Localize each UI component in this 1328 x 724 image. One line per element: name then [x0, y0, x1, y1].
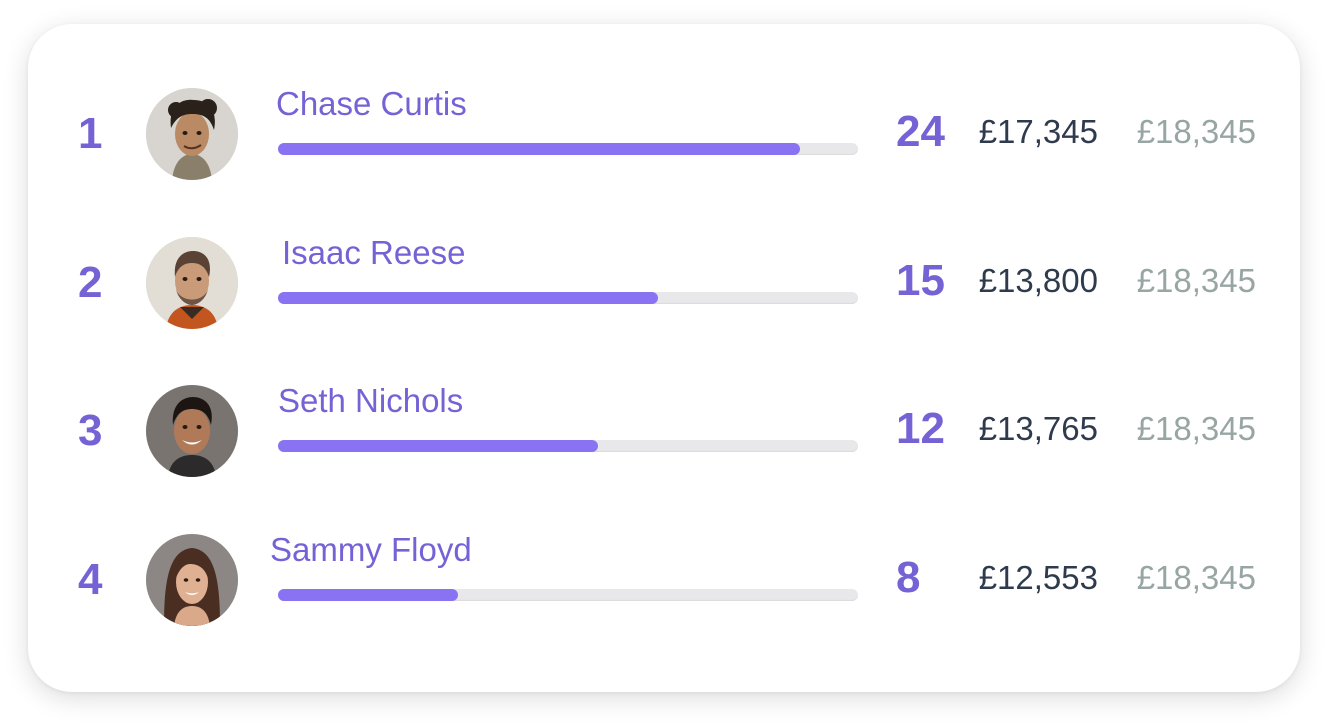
salesperson-name: Seth Nichols	[278, 382, 464, 419]
progress-bar	[278, 143, 858, 155]
sales-target: £18,345	[1136, 410, 1256, 447]
rank-number: 1	[78, 109, 103, 158]
rank-number: 2	[78, 258, 103, 307]
progress-bar-fill	[278, 292, 658, 304]
rank-number: 4	[78, 555, 103, 604]
sales-amount: £17,345	[978, 113, 1098, 150]
avatar-photo-isaac-reese	[146, 237, 238, 329]
avatar	[146, 534, 238, 626]
sales-amount: £12,553	[978, 559, 1098, 596]
sales-target: £18,345	[1136, 262, 1256, 299]
deal-count: 8	[896, 553, 921, 602]
sales-amount: £13,765	[978, 410, 1098, 447]
progress-bar-fill	[278, 143, 800, 155]
progress-bar	[278, 292, 858, 304]
avatar	[146, 88, 238, 180]
avatar-photo-sammy-floyd	[146, 534, 238, 626]
avatar-photo-seth-nichols	[146, 385, 238, 477]
progress-bar	[278, 589, 858, 601]
avatar	[146, 237, 238, 329]
sales-target: £18,345	[1136, 559, 1256, 596]
deal-count: 12	[896, 404, 945, 453]
sales-target: £18,345	[1136, 113, 1256, 150]
rank-number: 3	[78, 406, 103, 455]
leaderboard-row[interactable]: 1 Chase Curtis 24 £17,345 £18,345	[28, 84, 1300, 184]
deal-count: 15	[896, 256, 945, 305]
leaderboard-row[interactable]: 2 Isaac Reese 15 £13,800 £18,345	[28, 233, 1300, 333]
sales-amount: £13,800	[978, 262, 1098, 299]
salesperson-name: Chase Curtis	[276, 85, 467, 122]
avatar-photo-chase-curtis	[146, 88, 238, 180]
leaderboard-row[interactable]: 3 Seth Nichols 12 £13,765 £18,345	[28, 381, 1300, 481]
salesperson-name: Isaac Reese	[282, 234, 466, 271]
avatar	[146, 385, 238, 477]
leaderboard-card: 1 Chase Curtis 24 £17,345 £18,345 2 Isaa…	[28, 24, 1300, 692]
progress-bar-fill	[278, 440, 599, 452]
progress-bar-fill	[278, 589, 458, 601]
salesperson-name: Sammy Floyd	[270, 531, 472, 568]
leaderboard-row[interactable]: 4 Sammy Floyd 8 £12,553 £18,345	[28, 530, 1300, 630]
progress-bar	[278, 440, 858, 452]
deal-count: 24	[896, 107, 945, 156]
